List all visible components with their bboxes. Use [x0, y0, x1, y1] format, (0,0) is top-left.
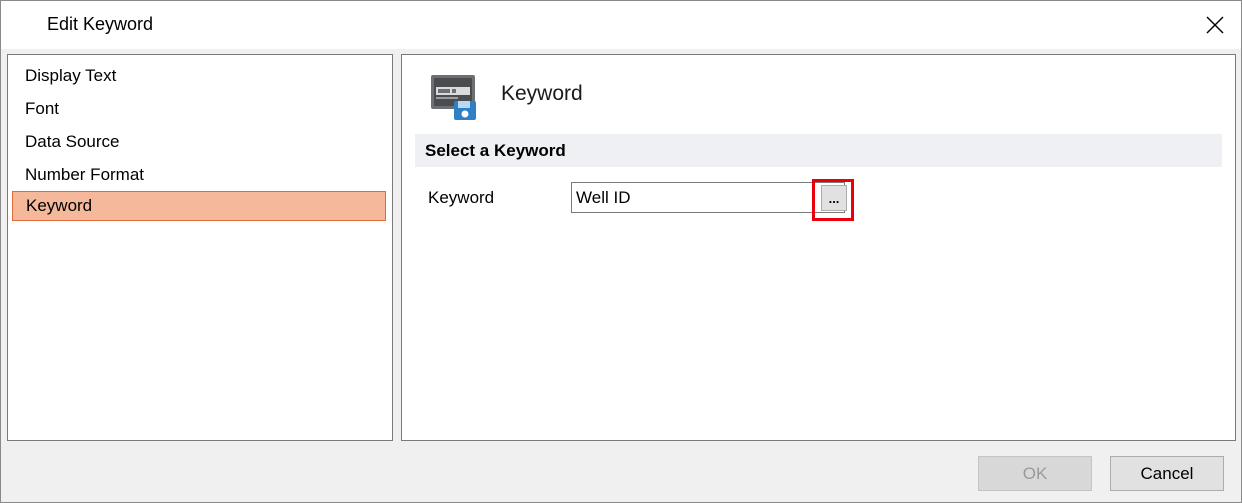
nav-item-label: Data Source	[25, 132, 120, 151]
nav-item-label: Keyword	[26, 196, 93, 215]
keyword-icon	[431, 75, 476, 120]
dialog-title: Edit Keyword	[47, 14, 154, 34]
close-icon	[1206, 16, 1224, 34]
ok-button[interactable]: OK	[978, 456, 1092, 491]
nav-item-label: Font	[25, 99, 60, 118]
content-panel: Keyword Select a Keyword Keyword ...	[401, 54, 1236, 441]
title-bar: Edit Keyword	[1, 1, 1241, 49]
keyword-field-label: Keyword	[428, 188, 495, 207]
nav-item-data-source[interactable]: Data Source	[12, 127, 386, 157]
category-list: Display Text Font Data Source Number For…	[7, 54, 393, 441]
browse-button[interactable]: ...	[821, 185, 847, 211]
panel-title: Keyword	[501, 82, 583, 105]
nav-item-display-text[interactable]: Display Text	[12, 61, 386, 91]
keyword-input[interactable]	[571, 182, 845, 213]
nav-item-label: Display Text	[25, 66, 117, 85]
section-header: Select a Keyword	[415, 134, 1222, 167]
close-button[interactable]	[1199, 9, 1231, 41]
edit-keyword-dialog: Edit Keyword Display Text Font Data Sour…	[0, 0, 1242, 503]
section-title: Select a Keyword	[425, 141, 566, 160]
cancel-button[interactable]: Cancel	[1110, 456, 1224, 491]
nav-item-keyword[interactable]: Keyword	[12, 191, 386, 221]
nav-item-font[interactable]: Font	[12, 94, 386, 124]
nav-item-label: Number Format	[25, 165, 145, 184]
nav-item-number-format[interactable]: Number Format	[12, 160, 386, 190]
